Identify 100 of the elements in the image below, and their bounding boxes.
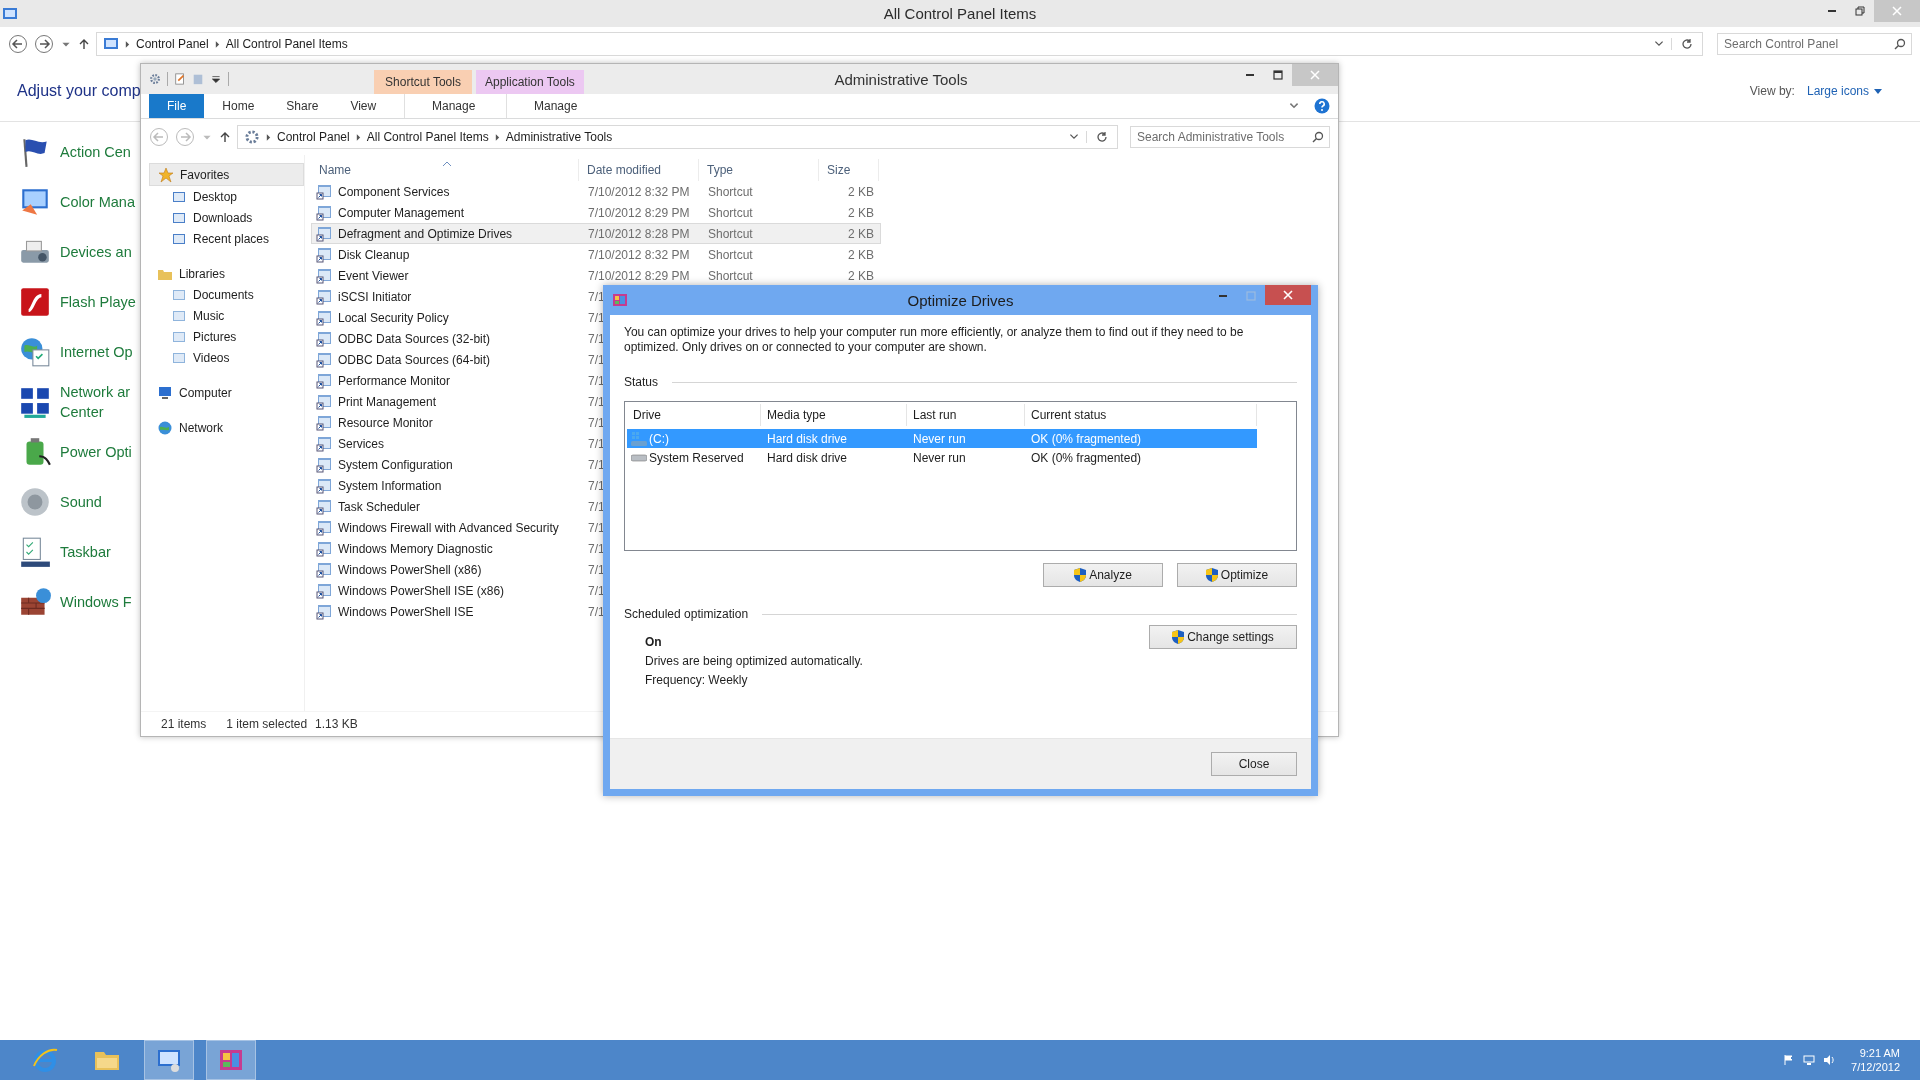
applet-link[interactable]: Action Cen (60, 142, 131, 162)
applet-link[interactable]: Devices an (60, 242, 132, 262)
computer-icon (157, 384, 173, 401)
close-button[interactable] (1265, 285, 1311, 305)
applet-link[interactable]: Sound (60, 492, 102, 512)
applet-link[interactable]: Internet Op (60, 342, 133, 362)
file-row[interactable]: Print Management 7/1 (311, 391, 606, 412)
ribbon-tab[interactable]: View (336, 94, 391, 118)
applet-link[interactable]: Network ar Center (60, 382, 131, 422)
file-row[interactable]: Performance Monitor 7/1 (311, 370, 606, 391)
column-header[interactable]: Name (311, 159, 579, 181)
breadcrumb-item[interactable]: Control Panel (136, 37, 209, 51)
view-by-dropdown[interactable]: Large icons (1806, 84, 1882, 98)
address-bar[interactable]: Control Panel All Control Panel Items (96, 32, 1703, 56)
defrag-taskbar-icon[interactable] (206, 1040, 256, 1080)
properties-icon[interactable] (174, 73, 186, 85)
nav-item[interactable]: Libraries (149, 263, 304, 284)
file-row[interactable]: Task Scheduler 7/1 (311, 496, 606, 517)
clock-time[interactable]: 9:21 AM (1859, 1046, 1900, 1060)
column-header[interactable]: Last run (907, 404, 1025, 426)
file-name: System Configuration (338, 457, 453, 472)
file-row[interactable]: Event Viewer 7/10/2012 8:29 PM Shortcut 2 KB (311, 265, 881, 286)
ribbon-tab[interactable]: Manage (506, 94, 605, 118)
schedule-description: Drives are being optimized automatically. (645, 654, 863, 668)
applet-link[interactable]: Flash Playe (60, 292, 136, 312)
column-header[interactable]: Size (819, 159, 879, 181)
breadcrumb-item[interactable]: Administrative Tools (505, 130, 613, 144)
status-text: 1.13 KB (315, 717, 358, 731)
nav-item[interactable]: Desktop (149, 186, 304, 207)
close-dialog-button[interactable]: Close (1211, 752, 1297, 776)
file-row[interactable]: iSCSI Initiator 7/1 (311, 286, 606, 307)
file-row[interactable]: Disk Cleanup 7/10/2012 8:32 PM Shortcut 2 KB (311, 244, 881, 265)
file-row[interactable]: Windows Memory Diagnostic 7/1 (311, 538, 606, 559)
network-icon[interactable] (1803, 1054, 1816, 1066)
drive-row[interactable]: System Reserved Hard disk drive Never run OK (0% fragmented) (627, 448, 1257, 467)
minimize-icon (1218, 295, 1228, 297)
address-bar[interactable]: Control Panel All Control Panel Items Administrative Tools (237, 125, 1118, 149)
column-header[interactable]: Media type (761, 404, 907, 426)
applet-link[interactable]: Color Mana (60, 192, 135, 212)
change-settings-button[interactable]: Change settings (1149, 625, 1297, 649)
help-icon[interactable] (1314, 98, 1330, 114)
file-row[interactable]: Defragment and Optimize Drives 7/10/2012 8:28 PM Shortcut 2 KB (311, 223, 881, 244)
search-field[interactable]: Search Control Panel (1717, 33, 1912, 55)
file-row[interactable]: Computer Management 7/10/2012 8:29 PM Shortcut 2 KB (311, 202, 881, 223)
applet-link[interactable]: Power Opti (60, 442, 132, 462)
nav-item[interactable]: Music (149, 305, 304, 326)
up-arrow-icon[interactable] (78, 38, 90, 50)
status-text: 21 items (161, 717, 207, 731)
file-row[interactable]: System Configuration 7/1 (311, 454, 606, 475)
gear-icon[interactable] (149, 73, 161, 85)
file-row[interactable]: Windows PowerShell (x86) 7/1 (311, 559, 606, 580)
nav-item[interactable]: Favorites (149, 163, 304, 186)
breadcrumb-item[interactable]: Control Panel (277, 130, 350, 144)
ribbon-tab[interactable]: File (149, 94, 205, 118)
search-field[interactable]: Search Administrative Tools (1130, 126, 1330, 148)
nav-item[interactable]: Recent places (149, 228, 304, 249)
file-row[interactable]: System Information 7/1 (311, 475, 606, 496)
file-name: iSCSI Initiator (338, 289, 412, 304)
ribbon-tab[interactable]: Share (272, 94, 333, 118)
file-row[interactable]: Windows Firewall with Advanced Security 7/1 (311, 517, 606, 538)
up-arrow-icon[interactable] (219, 131, 231, 143)
shield-button[interactable]: Analyze (1043, 563, 1163, 587)
file-name: Defragment and Optimize Drives (338, 226, 513, 241)
nav-item[interactable]: Documents (149, 284, 304, 305)
clock-date[interactable]: 7/12/2012 (1851, 1060, 1900, 1074)
monitor-taskbar-icon[interactable] (144, 1040, 194, 1080)
column-header[interactable]: Type (699, 159, 819, 181)
column-header[interactable]: Current status (1025, 404, 1257, 426)
ribbon-tab[interactable]: Manage (404, 94, 503, 118)
shortcut-icon (316, 330, 332, 347)
column-header[interactable]: Drive (627, 404, 761, 426)
file-row[interactable]: ODBC Data Sources (32-bit) 7/1 (311, 328, 606, 349)
nav-item[interactable]: Pictures (149, 326, 304, 347)
page-heading: Adjust your comp (17, 82, 141, 100)
schedule-frequency: Frequency: Weekly (645, 673, 749, 687)
nav-item[interactable]: Downloads (149, 207, 304, 228)
breadcrumb-item[interactable]: All Control Panel Items (225, 37, 348, 51)
file-row[interactable]: Services 7/1 (311, 433, 606, 454)
shortcut-icon (316, 183, 332, 200)
ribbon-tab[interactable]: Home (208, 94, 269, 118)
dropdown-icon[interactable] (210, 73, 222, 85)
nav-item[interactable]: Computer (149, 382, 304, 403)
applet-link[interactable]: Taskbar (60, 542, 111, 562)
nav-item[interactable]: Network (149, 417, 304, 438)
column-header[interactable]: Date modified (579, 159, 699, 181)
back-icon[interactable] (8, 34, 28, 54)
speaker-icon[interactable] (1823, 1054, 1836, 1066)
forward-icon[interactable] (34, 34, 54, 54)
file-row[interactable]: Windows PowerShell ISE 7/1 (311, 601, 606, 622)
breadcrumb-item[interactable]: All Control Panel Items (366, 130, 489, 144)
file-row[interactable]: ODBC Data Sources (64-bit) 7/1 (311, 349, 606, 370)
shortcut-icon (316, 435, 332, 452)
file-row[interactable]: Resource Monitor 7/1 (311, 412, 606, 433)
shield-button[interactable]: Optimize (1177, 563, 1297, 587)
chevron-icon (355, 133, 361, 141)
nav-item[interactable]: Videos (149, 347, 304, 368)
file-row[interactable]: Windows PowerShell ISE (x86) 7/1 (311, 580, 606, 601)
applet-link[interactable]: Windows F (60, 592, 132, 612)
file-row[interactable]: Component Services 7/10/2012 8:32 PM Shortcut 2 KB (311, 181, 881, 202)
file-row[interactable]: Local Security Policy 7/1 (311, 307, 606, 328)
